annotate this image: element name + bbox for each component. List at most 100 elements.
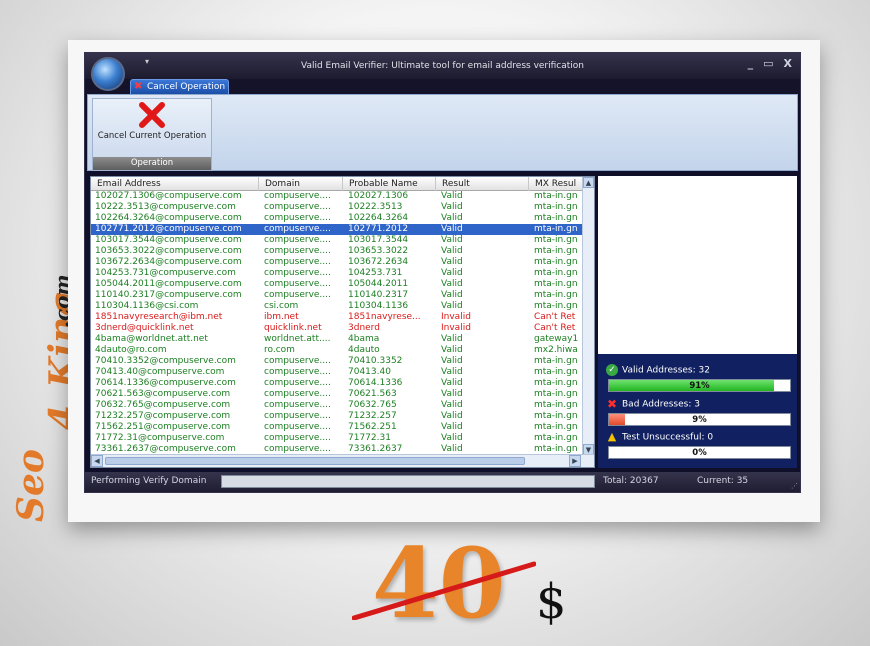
window-title: Valid Email Verifier: Ultimate tool for … [300, 61, 585, 71]
maximize-button[interactable]: ▭ [763, 57, 773, 70]
cell-email: 102771.2012@compuserve.com [95, 224, 242, 234]
table-row[interactable]: 1851navyresearch@ibm.net ibm.net 1851navyr… [91, 312, 594, 323]
cell-probable-name: 70410.3352 [348, 356, 403, 366]
column-header-domain[interactable]: Domain [259, 177, 343, 191]
cell-probable-name: 103017.3544 [348, 235, 409, 245]
table-row[interactable]: 70621.563@compuserve.com compuserve.... 70… [91, 389, 594, 400]
table-row[interactable]: 4dauto@ro.com ro.com 4dauto Valid mx2.hiwa [91, 345, 594, 356]
grid-header: Email Address Domain Probable Name Resul… [91, 177, 594, 191]
scroll-left-icon[interactable]: ◀ [91, 455, 103, 467]
cell-probable-name: 4dauto [348, 345, 380, 355]
scroll-up-icon[interactable]: ▲ [583, 177, 594, 188]
operation-progress-bar [221, 475, 595, 488]
bad-addresses-label: Bad Addresses: 3 [622, 399, 700, 410]
table-row[interactable]: 71562.251@compuserve.com compuserve.... 71… [91, 422, 594, 433]
table-row[interactable]: 110140.2317@compuserve.com compuserve....… [91, 290, 594, 301]
table-row[interactable]: 3dnerd@quicklink.net quicklink.net 3dnerd I… [91, 323, 594, 334]
cell-email: 103017.3544@compuserve.com [95, 235, 242, 245]
cell-domain: compuserve.... [264, 202, 331, 212]
cell-email: 103653.3022@compuserve.com [95, 246, 242, 256]
horizontal-scroll-thumb[interactable] [105, 457, 525, 465]
results-grid[interactable]: Email Address Domain Probable Name Resul… [90, 176, 595, 468]
cell-mx-result: mta-in.gn [534, 235, 578, 245]
cell-mx-result: mta-in.gn [534, 433, 578, 443]
cell-mx-result: mta-in.gn [534, 224, 578, 234]
tab-label: Cancel Operation [147, 82, 226, 92]
cell-domain: quicklink.net [264, 323, 322, 333]
table-row[interactable]: 102771.2012@compuserve.com compuserve....… [91, 224, 594, 235]
tab-cancel-operation[interactable]: ✖ Cancel Operation [130, 79, 229, 94]
app-window: Valid Email Verifier: Ultimate tool for … [84, 52, 801, 493]
cell-mx-result: gateway1 [534, 334, 579, 344]
cell-mx-result: Can't Ret [534, 323, 576, 333]
cell-result: Valid [441, 224, 463, 234]
cell-result: Valid [441, 235, 463, 245]
column-header-email[interactable]: Email Address [91, 177, 259, 191]
unsuccessful-progress-bar: 0% [608, 446, 791, 459]
cell-email: 4bama@worldnet.att.net [95, 334, 208, 344]
details-panel [598, 176, 797, 354]
app-menu-orb-icon[interactable] [91, 57, 125, 91]
valid-addresses-label: Valid Addresses: 32 [622, 365, 710, 376]
cell-mx-result: mta-in.gn [534, 268, 578, 278]
scroll-right-icon[interactable]: ▶ [569, 455, 581, 467]
cell-probable-name: 70621.563 [348, 389, 397, 399]
cell-result: Valid [441, 268, 463, 278]
cell-email: 70614.1336@compuserve.com [95, 378, 236, 388]
unsuccessful-line: ▲ Test Unsuccessful: 0 [606, 431, 713, 443]
cell-mx-result: mta-in.gn [534, 356, 578, 366]
cell-result: Invalid [441, 323, 471, 333]
horizontal-scrollbar[interactable]: ◀ ▶ [91, 454, 594, 467]
close-button[interactable]: X [784, 57, 792, 70]
cell-mx-result: mta-in.gn [534, 257, 578, 267]
ribbon-group-operation: Cancel Current Operation Operation [92, 98, 212, 171]
cell-mx-result: mta-in.gn [534, 389, 578, 399]
table-row[interactable]: 102264.3264@compuserve.com compuserve....… [91, 213, 594, 224]
table-row[interactable]: 71232.257@compuserve.com compuserve.... 71… [91, 411, 594, 422]
cell-domain: compuserve.... [264, 400, 331, 410]
table-row[interactable]: 103653.3022@compuserve.com compuserve....… [91, 246, 594, 257]
cell-email: 70413.40@compuserve.com [95, 367, 225, 377]
cell-result: Valid [441, 345, 463, 355]
minimize-button[interactable]: _ [748, 57, 754, 70]
cell-result: Valid [441, 246, 463, 256]
window-controls: _ ▭ X [748, 57, 792, 70]
table-row[interactable]: 70413.40@compuserve.com compuserve.... 704… [91, 367, 594, 378]
resize-grip-icon[interactable]: ⋰ [791, 482, 798, 490]
cell-domain: compuserve.... [264, 422, 331, 432]
table-row[interactable]: 71772.31@compuserve.com compuserve.... 717… [91, 433, 594, 444]
table-row[interactable]: 104253.731@compuserve.com compuserve.... 1… [91, 268, 594, 279]
table-row[interactable]: 70410.3352@compuserve.com compuserve.... 7… [91, 356, 594, 367]
table-row[interactable]: 110304.1136@csi.com csi.com 110304.1136 Val… [91, 301, 594, 312]
cell-email: 71562.251@compuserve.com [95, 422, 231, 432]
table-row[interactable]: 102027.1306@compuserve.com compuserve....… [91, 191, 594, 202]
table-row[interactable]: 105044.2011@compuserve.com compuserve....… [91, 279, 594, 290]
cell-email: 70410.3352@compuserve.com [95, 356, 236, 366]
vertical-scrollbar[interactable]: ▲ ▼ [582, 177, 594, 455]
column-header-result[interactable]: Result [436, 177, 529, 191]
price-strikethrough [352, 561, 536, 620]
cell-mx-result: mta-in.gn [534, 411, 578, 421]
table-row[interactable]: 70614.1336@compuserve.com compuserve.... 7… [91, 378, 594, 389]
table-row[interactable]: 103672.2634@compuserve.com compuserve....… [91, 257, 594, 268]
valid-progress-bar: 91% [608, 379, 791, 392]
table-row[interactable]: 103017.3544@compuserve.com compuserve....… [91, 235, 594, 246]
cell-email: 71232.257@compuserve.com [95, 411, 231, 421]
title-bar: Valid Email Verifier: Ultimate tool for … [85, 53, 800, 79]
cell-email: 70632.765@compuserve.com [95, 400, 231, 410]
column-header-mx-result[interactable]: MX Resul [529, 177, 584, 191]
table-row[interactable]: 70632.765@compuserve.com compuserve.... 70… [91, 400, 594, 411]
cancel-current-operation-button[interactable]: Cancel Current Operation [93, 99, 211, 159]
cell-domain: csi.com [264, 301, 299, 311]
column-header-probable-name[interactable]: Probable Name [343, 177, 436, 191]
cell-domain: compuserve.... [264, 411, 331, 421]
cell-domain: compuserve.... [264, 290, 331, 300]
cell-email: 102027.1306@compuserve.com [95, 191, 242, 201]
quick-access-arrow-icon[interactable]: ▾ [145, 57, 149, 66]
table-row[interactable]: 10222.3513@compuserve.com compuserve.... 1… [91, 202, 594, 213]
cell-probable-name: 10222.3513 [348, 202, 403, 212]
cell-mx-result: mta-in.gn [534, 301, 578, 311]
cell-mx-result: mta-in.gn [534, 367, 578, 377]
table-row[interactable]: 4bama@worldnet.att.net worldnet.att.... 4b… [91, 334, 594, 345]
cell-result: Valid [441, 279, 463, 289]
